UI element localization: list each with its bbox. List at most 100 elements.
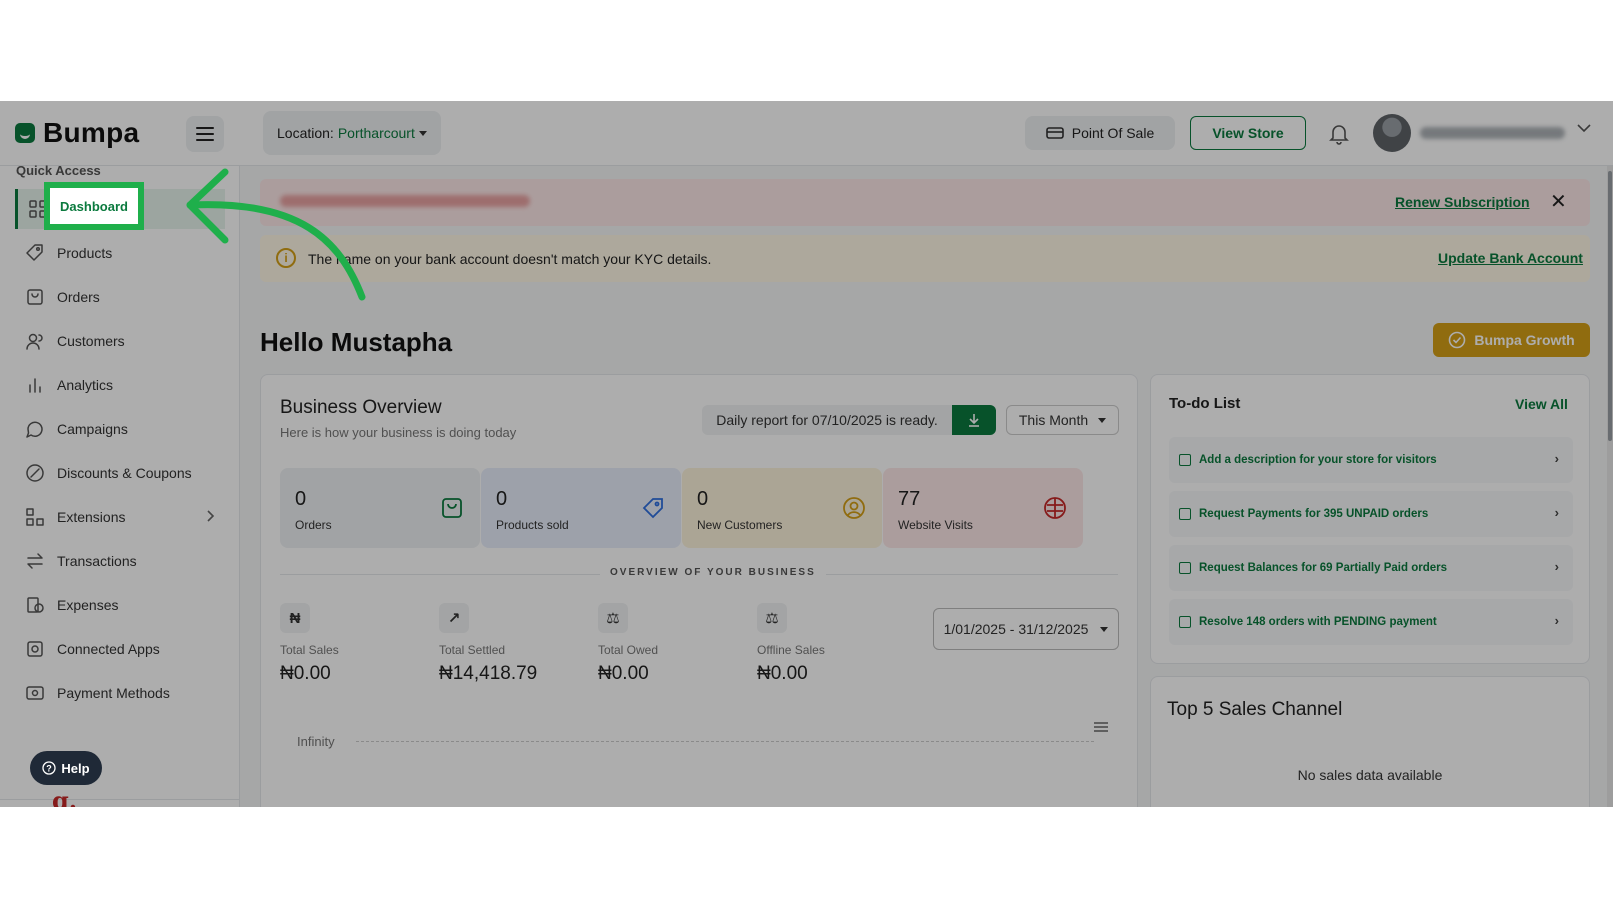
subscription-message-blurred	[280, 195, 530, 207]
notifications-button[interactable]	[1320, 117, 1358, 151]
sidebar-item-connected-apps[interactable]: Connected Apps	[15, 629, 225, 669]
location-selector[interactable]: Location: Portharcourt	[263, 111, 441, 155]
stat-value: 0	[697, 488, 709, 510]
caret-down-icon	[1100, 626, 1109, 632]
todo-item[interactable]: Request Balances for 69 Partially Paid o…	[1169, 545, 1573, 591]
business-overview-card: Business Overview Here is how your busin…	[260, 374, 1138, 807]
sidebar-item-products[interactable]: Products	[15, 233, 225, 273]
todo-item[interactable]: Add a description for your store for vis…	[1169, 437, 1573, 483]
menu-toggle-button[interactable]	[186, 116, 224, 152]
top-sales-channel-title: Top 5 Sales Channel	[1167, 699, 1343, 720]
sidebar-item-transactions[interactable]: Transactions	[15, 541, 225, 581]
sidebar-item-analytics[interactable]: Analytics	[15, 365, 225, 405]
svg-text:?: ?	[47, 764, 53, 774]
kpi-value: ₦0.00	[598, 663, 649, 684]
sidebar-item-discounts-coupons[interactable]: Discounts & Coupons	[15, 453, 225, 493]
menu-icon-line	[196, 133, 214, 135]
sidebar-item-payment-methods[interactable]: Payment Methods	[15, 673, 225, 713]
todo-view-all-link[interactable]: View All	[1515, 396, 1568, 412]
download-report-button[interactable]	[952, 405, 996, 435]
stat-label: Products sold	[496, 518, 569, 532]
stat-icon	[442, 498, 462, 518]
menu-icon-line	[196, 139, 214, 141]
chevron-right-icon: ›	[1554, 559, 1559, 574]
stat-value: 0	[295, 488, 307, 510]
business-overview-subtitle: Here is how your business is doing today	[280, 425, 517, 440]
sidebar-item-customers[interactable]: Customers	[15, 321, 225, 361]
todo-item-label: Request Balances for 69 Partially Paid o…	[1199, 562, 1447, 574]
location-value: Portharcourt	[337, 125, 415, 141]
top-sales-channel-card: Top 5 Sales Channel No sales data availa…	[1150, 676, 1590, 807]
stat-card-products-sold: 0 Products sold	[481, 468, 681, 548]
swap-icon	[27, 553, 43, 569]
user-avatar[interactable]	[1373, 114, 1411, 152]
chevron-right-icon: ›	[1554, 505, 1559, 520]
stat-label: Orders	[295, 518, 332, 532]
check-circle-icon	[1449, 331, 1466, 349]
period-select[interactable]: This Month	[1006, 405, 1119, 435]
sidebar-item-orders[interactable]: Orders	[15, 277, 225, 317]
sidebar-item-label: Connected Apps	[57, 641, 160, 657]
bar-chart-icon	[29, 378, 41, 393]
chevron-down-icon[interactable]	[1577, 123, 1591, 133]
kpi-value: ₦0.00	[757, 663, 808, 684]
chevron-right-icon	[207, 510, 215, 522]
stat-label: Website Visits	[898, 518, 973, 532]
sidebar-item-label: Discounts & Coupons	[57, 465, 192, 481]
sidebar-item-label: Transactions	[57, 553, 137, 569]
todo-item-label: Resolve 148 orders with PENDING payment	[1199, 616, 1437, 628]
sidebar-item-label: Extensions	[57, 509, 126, 525]
sidebar-item-label: Analytics	[57, 377, 114, 393]
caret-down-icon	[1098, 417, 1107, 423]
sidebar-item-expenses[interactable]: Expenses	[15, 585, 225, 625]
card-icon	[26, 686, 44, 700]
tag-icon	[26, 244, 43, 261]
stat-icon	[642, 498, 663, 519]
kpi-label: Total Owed	[598, 643, 659, 657]
tutorial-highlight-dashboard[interactable]: Dashboard	[44, 182, 144, 230]
page-title: Hello Mustapha	[260, 327, 453, 357]
sidebar-item-label: Expenses	[57, 597, 119, 613]
scrollbar-thumb[interactable]	[1608, 171, 1612, 441]
close-icon[interactable]: ✕	[1550, 189, 1567, 214]
update-bank-account-link[interactable]: Update Bank Account	[1438, 250, 1583, 266]
chevron-right-icon: ›	[1554, 451, 1559, 466]
app-window: Bumpa Location: Portharcourt Point Of Sa…	[0, 101, 1613, 807]
help-button[interactable]: ? Help	[30, 751, 102, 785]
user-name-blurred[interactable]	[1420, 127, 1565, 139]
menu-icon-line	[196, 127, 214, 129]
users-icon	[26, 333, 43, 350]
todo-item[interactable]: Request Payments for 395 UNPAID orders ›	[1169, 491, 1573, 537]
help-label: Help	[61, 760, 90, 776]
sidebar-item-extensions[interactable]: Extensions	[15, 497, 225, 537]
kpi-icon: ⚖	[598, 603, 628, 633]
top-bar: Bumpa Location: Portharcourt Point Of Sa…	[0, 101, 1613, 166]
stat-value: 0	[496, 488, 508, 510]
daily-report-notice: Daily report for 07/10/2025 is ready.	[702, 405, 952, 435]
chart-axis-label: Infinity	[297, 734, 335, 749]
caret-down-icon	[418, 130, 427, 136]
renew-subscription-link[interactable]: Renew Subscription	[1395, 194, 1530, 210]
percent-icon	[26, 464, 44, 482]
overview-section-label: OVERVIEW OF YOUR BUSINESS	[600, 567, 826, 578]
view-store-button[interactable]: View Store	[1190, 116, 1306, 150]
date-range-select[interactable]: 1/01/2025 - 31/12/2025	[933, 608, 1119, 650]
chart-menu-icon[interactable]	[1093, 721, 1109, 733]
info-icon: i	[276, 248, 296, 268]
stat-icon	[1044, 497, 1066, 519]
stat-card-website-visits: 77 Website Visits	[883, 468, 1083, 548]
task-icon	[1179, 562, 1191, 574]
subscription-banner: Renew Subscription ✕	[260, 179, 1590, 226]
apps-icon	[27, 641, 43, 657]
sidebar-item-campaigns[interactable]: Campaigns	[15, 409, 225, 449]
todo-item[interactable]: Resolve 148 orders with PENDING payment ›	[1169, 599, 1573, 645]
bag-icon	[27, 289, 43, 305]
point-of-sale-button[interactable]: Point Of Sale	[1025, 116, 1175, 150]
bell-icon	[1329, 125, 1349, 145]
bumpa-logo[interactable]: Bumpa	[15, 117, 139, 149]
brand-name: Bumpa	[43, 117, 140, 148]
sidebar-item-label: Orders	[57, 289, 100, 305]
bumpa-growth-button[interactable]: Bumpa Growth	[1433, 323, 1590, 357]
bumpa-growth-label: Bumpa Growth	[1474, 332, 1575, 348]
bumpa-logo-icon	[15, 123, 35, 143]
